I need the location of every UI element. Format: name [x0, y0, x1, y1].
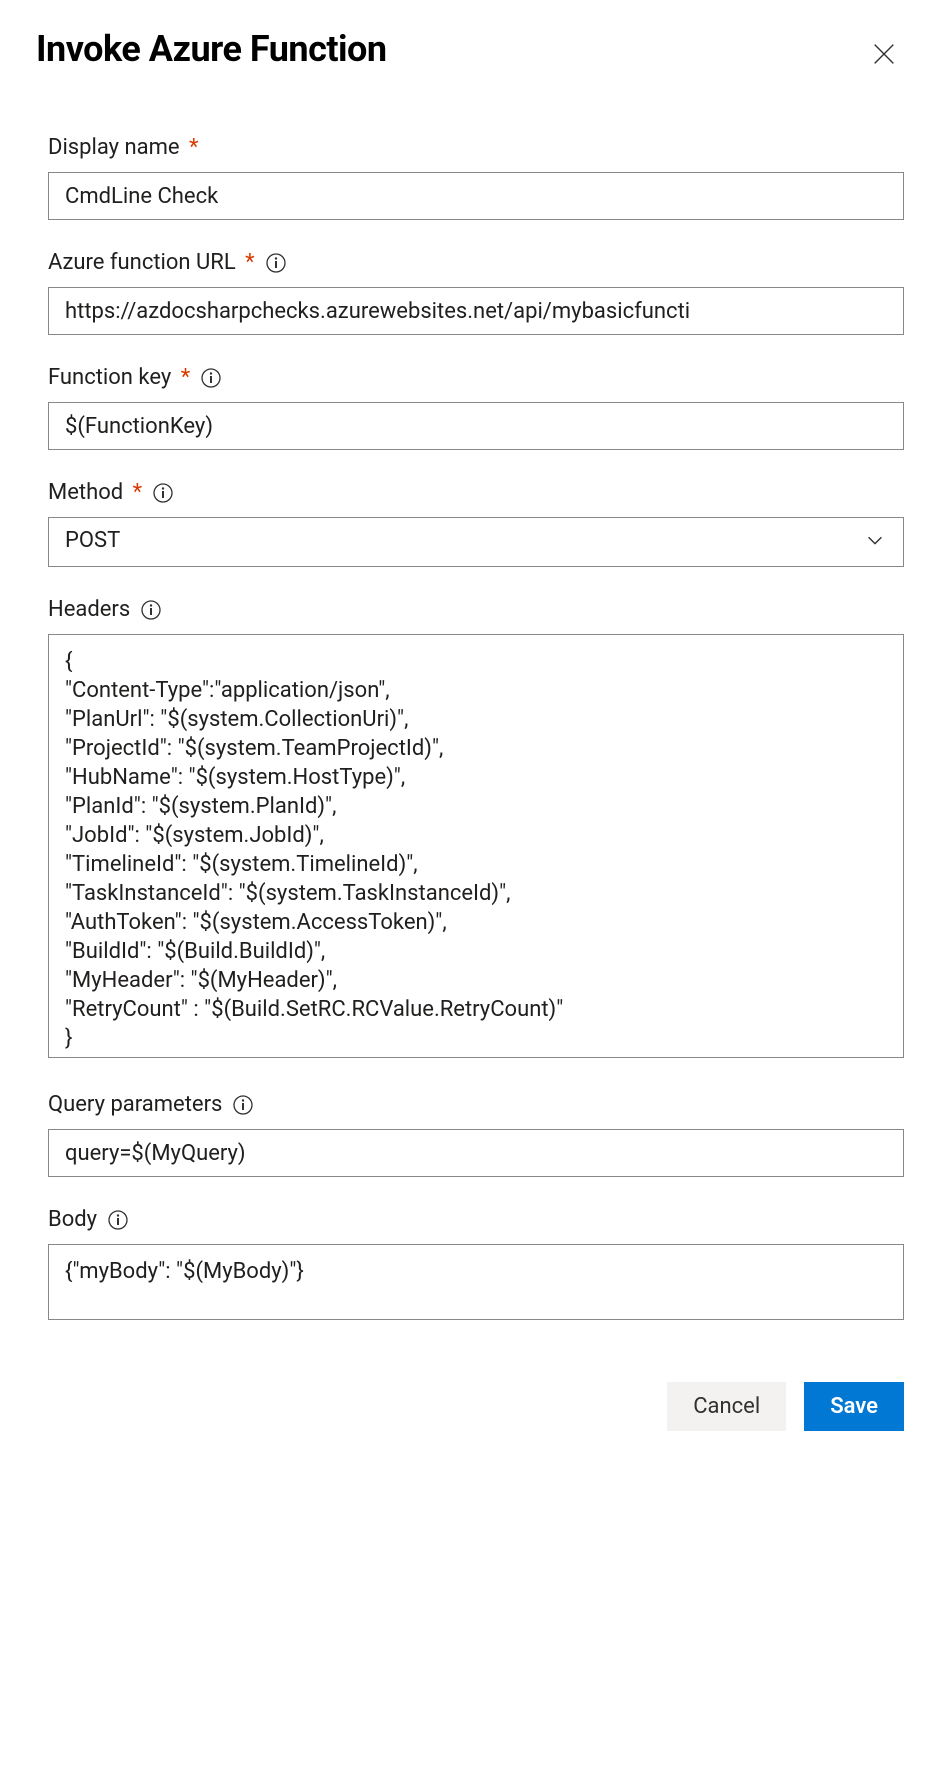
headers-textarea[interactable]	[48, 634, 904, 1058]
function-key-label: Function key *	[48, 365, 190, 390]
function-key-input[interactable]	[48, 402, 904, 450]
headers-field: Headers	[48, 597, 904, 1062]
save-button[interactable]: Save	[804, 1382, 904, 1431]
display-name-label: Display name *	[48, 135, 199, 160]
function-url-input[interactable]	[48, 287, 904, 335]
info-icon[interactable]	[140, 599, 162, 621]
function-key-field: Function key *	[48, 365, 904, 450]
info-icon[interactable]	[232, 1094, 254, 1116]
info-icon[interactable]	[152, 482, 174, 504]
required-mark: *	[175, 365, 190, 390]
body-label: Body	[48, 1207, 97, 1232]
dialog-title: Invoke Azure Function	[36, 28, 387, 70]
query-params-label: Query parameters	[48, 1092, 222, 1117]
required-mark: *	[184, 135, 199, 160]
info-icon[interactable]	[265, 252, 287, 274]
body-field: Body	[48, 1207, 904, 1324]
query-params-field: Query parameters	[48, 1092, 904, 1177]
close-button[interactable]	[864, 34, 904, 79]
cancel-button[interactable]: Cancel	[667, 1382, 786, 1431]
close-icon	[870, 39, 898, 75]
required-mark: *	[240, 250, 255, 275]
query-params-input[interactable]	[48, 1129, 904, 1177]
function-url-field: Azure function URL *	[48, 250, 904, 335]
function-url-label: Azure function URL *	[48, 250, 255, 275]
display-name-field: Display name *	[48, 135, 904, 220]
body-textarea[interactable]	[48, 1244, 904, 1320]
method-field: Method * POST	[48, 480, 904, 567]
method-label: Method *	[48, 480, 142, 505]
headers-label: Headers	[48, 597, 130, 622]
info-icon[interactable]	[200, 367, 222, 389]
display-name-input[interactable]	[48, 172, 904, 220]
required-mark: *	[127, 480, 142, 505]
info-icon[interactable]	[107, 1209, 129, 1231]
method-select[interactable]: POST	[48, 517, 904, 567]
